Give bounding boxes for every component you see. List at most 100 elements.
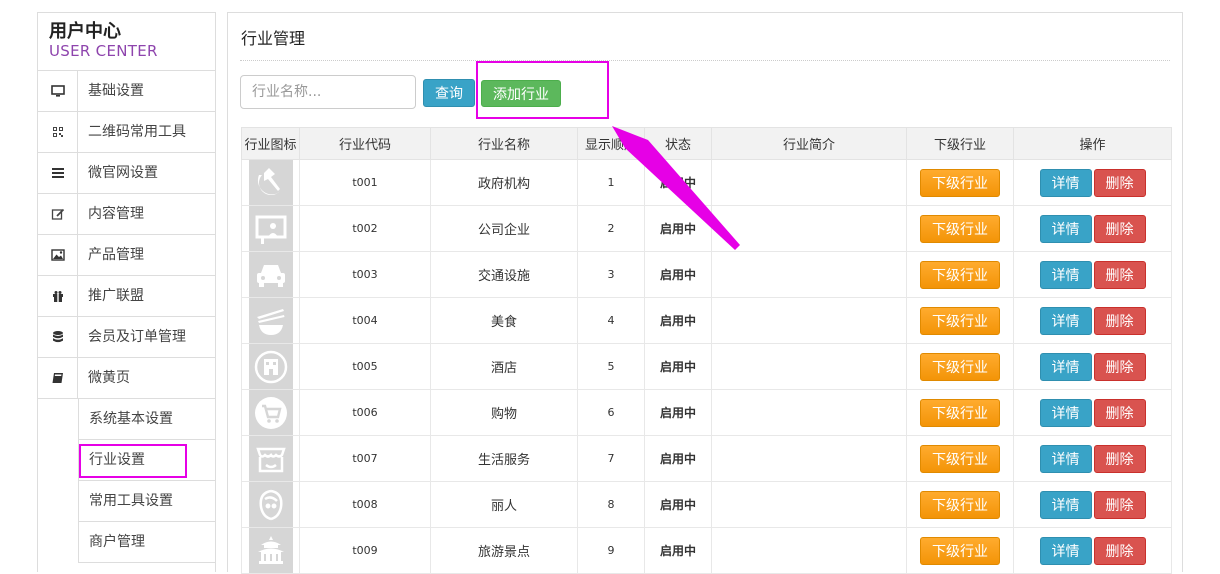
delete-button[interactable]: 删除: [1093, 536, 1146, 565]
col-header-icon: 行业图标: [241, 127, 300, 160]
sidebar-item-basic-settings[interactable]: 基础设置: [38, 71, 215, 112]
industry-code: t007: [299, 435, 431, 482]
industry-intro: [711, 251, 907, 298]
industry-intro: [711, 205, 907, 252]
sidebar-item-content[interactable]: 内容管理: [38, 194, 215, 235]
brand-header: 用户中心 USER CENTER: [38, 13, 215, 71]
sidebar-item-label: 推广联盟: [88, 288, 144, 304]
industry-status: 启用中: [644, 435, 712, 482]
sidebar-item-qrcode-tools[interactable]: 二维码常用工具: [38, 112, 215, 153]
industry-status: 启用中: [644, 159, 712, 206]
sidebar-subitem-industry-settings[interactable]: 行业设置: [78, 440, 215, 481]
monitor-icon: [38, 71, 78, 111]
sidebar-item-label: 基础设置: [88, 83, 144, 99]
industry-intro: [711, 159, 907, 206]
col-header-name: 行业名称: [430, 127, 578, 160]
industry-code: t002: [299, 205, 431, 252]
table-row: t001 政府机构 1 启用中 下级行业 详情 删除: [241, 159, 1172, 206]
gift-icon: [38, 276, 78, 316]
industry-code: t009: [299, 527, 431, 574]
woman-face-icon: [248, 482, 293, 527]
detail-button[interactable]: 详情: [1039, 490, 1092, 519]
industry-order: 4: [577, 297, 645, 344]
detail-button[interactable]: 详情: [1039, 260, 1092, 289]
industry-name: 购物: [430, 389, 578, 436]
sidebar-subitem-tool-settings[interactable]: 常用工具设置: [78, 481, 215, 522]
delete-button[interactable]: 删除: [1093, 260, 1146, 289]
col-header-order: 显示顺序: [577, 127, 645, 160]
detail-button[interactable]: 详情: [1039, 214, 1092, 243]
hotel-building-icon: [248, 344, 293, 389]
delete-button[interactable]: 删除: [1093, 444, 1146, 473]
list-icon: [38, 153, 78, 193]
industry-name: 公司企业: [430, 205, 578, 252]
industry-code: t001: [299, 159, 431, 206]
sidebar-item-products[interactable]: 产品管理: [38, 235, 215, 276]
industry-name: 旅游景点: [430, 527, 578, 574]
col-header-intro: 行业简介: [711, 127, 907, 160]
detail-button[interactable]: 详情: [1039, 444, 1092, 473]
sub-industry-button[interactable]: 下级行业: [920, 490, 1000, 519]
delete-button[interactable]: 删除: [1093, 398, 1146, 427]
industry-name-search-input[interactable]: [240, 75, 416, 109]
table-row: t005 酒店 5 启用中 下级行业 详情 删除: [241, 343, 1172, 390]
industry-order: 1: [577, 159, 645, 206]
industry-status: 启用中: [644, 343, 712, 390]
detail-button[interactable]: 详情: [1039, 352, 1092, 381]
bowl-chopsticks-icon: [248, 298, 293, 343]
industry-intro: [711, 297, 907, 344]
industry-intro: [711, 527, 907, 574]
book-icon: [38, 358, 78, 398]
industry-status: 启用中: [644, 527, 712, 574]
table-header-row: 行业图标 行业代码 行业名称 显示顺序 状态 行业简介 下级行业 操作: [241, 127, 1172, 160]
sub-industry-button[interactable]: 下级行业: [920, 260, 1000, 289]
table-row: t008 丽人 8 启用中 下级行业 详情 删除: [241, 481, 1172, 528]
industry-intro: [711, 389, 907, 436]
shopping-cart-icon: [248, 390, 293, 435]
delete-button[interactable]: 删除: [1093, 306, 1146, 335]
delete-button[interactable]: 删除: [1093, 214, 1146, 243]
industry-status: 启用中: [644, 297, 712, 344]
sidebar-subitem-merchant-management[interactable]: 商户管理: [78, 522, 215, 563]
sidebar-subitem-label: 商户管理: [89, 534, 145, 550]
sidebar-subitem-label: 行业设置: [89, 452, 145, 468]
detail-button[interactable]: 详情: [1039, 306, 1092, 335]
presentation-board-icon: [248, 206, 293, 251]
industry-order: 5: [577, 343, 645, 390]
industry-name: 丽人: [430, 481, 578, 528]
sidebar-item-microsite[interactable]: 微官网设置: [38, 153, 215, 194]
industry-table: 行业图标 行业代码 行业名称 显示顺序 状态 行业简介 下级行业 操作 t001…: [241, 127, 1172, 574]
delete-button[interactable]: 删除: [1093, 490, 1146, 519]
sidebar-item-members-orders[interactable]: 会员及订单管理: [38, 317, 215, 358]
table-row: t003 交通设施 3 启用中 下级行业 详情 删除: [241, 251, 1172, 298]
industry-status: 启用中: [644, 205, 712, 252]
qrcode-icon: [38, 112, 78, 152]
industry-name: 政府机构: [430, 159, 578, 206]
industry-intro: [711, 343, 907, 390]
detail-button[interactable]: 详情: [1039, 536, 1092, 565]
sub-industry-button[interactable]: 下级行业: [920, 306, 1000, 335]
sidebar-item-yellow-pages[interactable]: 微黄页: [38, 358, 215, 399]
sidebar-subitem-system-settings[interactable]: 系统基本设置: [78, 399, 215, 440]
query-button[interactable]: 查询: [423, 79, 475, 107]
industry-order: 7: [577, 435, 645, 482]
sub-industry-button[interactable]: 下级行业: [920, 444, 1000, 473]
industry-order: 9: [577, 527, 645, 574]
add-industry-button[interactable]: 添加行业: [481, 80, 561, 107]
sub-industry-button[interactable]: 下级行业: [920, 214, 1000, 243]
sub-industry-button[interactable]: 下级行业: [920, 536, 1000, 565]
sidebar-item-promotion[interactable]: 推广联盟: [38, 276, 215, 317]
hammer-sickle-icon: [248, 160, 293, 205]
delete-button[interactable]: 删除: [1093, 168, 1146, 197]
sub-industry-button[interactable]: 下级行业: [920, 398, 1000, 427]
delete-button[interactable]: 删除: [1093, 352, 1146, 381]
industry-order: 2: [577, 205, 645, 252]
sub-industry-button[interactable]: 下级行业: [920, 168, 1000, 197]
industry-name: 酒店: [430, 343, 578, 390]
col-header-actions: 操作: [1013, 127, 1172, 160]
detail-button[interactable]: 详情: [1039, 168, 1092, 197]
sub-industry-button[interactable]: 下级行业: [920, 352, 1000, 381]
page-title: 行业管理: [241, 29, 306, 48]
detail-button[interactable]: 详情: [1039, 398, 1092, 427]
industry-intro: [711, 481, 907, 528]
